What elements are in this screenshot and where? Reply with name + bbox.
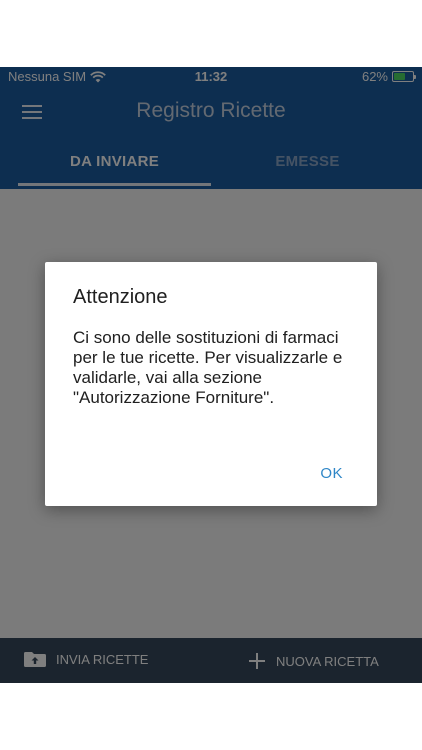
alert-dialog: Attenzione Ci sono delle sostituzioni di… bbox=[45, 262, 377, 506]
ok-button[interactable]: OK bbox=[320, 465, 343, 482]
app-screen: Nessuna SIM 11:32 62% Registro Ricette D… bbox=[0, 67, 422, 683]
dialog-title: Attenzione bbox=[73, 286, 168, 308]
dialog-message: Ci sono delle sostituzioni di farmaci pe… bbox=[73, 328, 343, 407]
